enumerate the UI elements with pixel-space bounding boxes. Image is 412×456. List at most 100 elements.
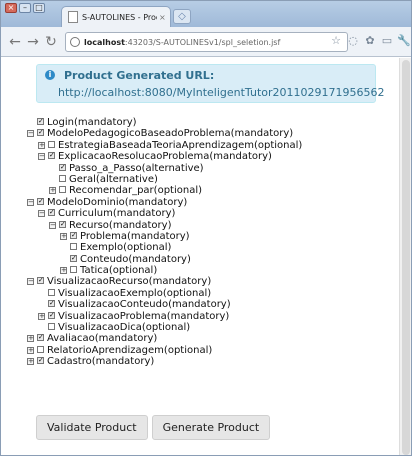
extension-2-icon[interactable]: ✿ bbox=[363, 34, 377, 48]
tree-checkbox[interactable] bbox=[70, 243, 77, 251]
tree-checkbox[interactable] bbox=[48, 140, 55, 148]
tree-row: − ✓ ExplicacaoResolucaoProblema(mandatory) bbox=[34, 151, 394, 162]
tree-checkbox[interactable]: ✓ bbox=[48, 311, 55, 319]
tree-checkbox[interactable]: ✓ bbox=[37, 357, 44, 365]
tree-row: + ✓ Avaliacao(mandatory) bbox=[27, 333, 394, 345]
tree-row: − ✓ VisualizacaoRecurso(mandatory) bbox=[27, 276, 394, 287]
tree-row: − ✓ Recurso(mandatory) bbox=[34, 220, 394, 231]
tree-checkbox[interactable] bbox=[48, 288, 55, 296]
collapse-icon[interactable]: − bbox=[38, 210, 45, 218]
tree-checkbox[interactable]: ✓ bbox=[48, 209, 55, 217]
tree-checkbox[interactable]: ✓ bbox=[37, 334, 44, 342]
expand-icon[interactable]: + bbox=[60, 267, 67, 275]
title-bar: × – □ S-AUTOLINES - Product ... × ◇ bbox=[1, 1, 411, 27]
tree-checkbox[interactable]: ✓ bbox=[48, 300, 55, 308]
expand-icon[interactable]: + bbox=[38, 141, 45, 149]
tree-row: + ✓ VisualizacaoProblema(mandatory) bbox=[34, 311, 394, 322]
tree-label: ModeloPedagogicoBaseadoProblema(mandator… bbox=[47, 128, 294, 140]
url-path: :43203/S-AUTOLINESv1/spl_seletion.jsf bbox=[124, 37, 281, 47]
tree-row: + Tatica(optional) bbox=[34, 265, 394, 276]
tree-checkbox[interactable] bbox=[48, 323, 55, 331]
tree-checkbox[interactable] bbox=[59, 174, 66, 182]
expand-icon[interactable]: + bbox=[27, 346, 34, 354]
tree-label: VisualizacaoExemplo(optional) bbox=[58, 287, 212, 299]
collapse-icon[interactable]: − bbox=[38, 153, 45, 161]
site-info-icon[interactable] bbox=[70, 37, 80, 47]
reload-icon[interactable]: ↻ bbox=[43, 33, 59, 51]
info-alert: i Product Generated URL: http://localhos… bbox=[36, 64, 385, 103]
browser-tab[interactable]: S-AUTOLINES - Product ... × bbox=[61, 6, 171, 27]
tree-row: + RelatorioAprendizagem(optional) bbox=[27, 345, 394, 356]
browser-window: × – □ S-AUTOLINES - Product ... × ◇ ← → … bbox=[0, 0, 412, 456]
tree-label: Tatica(optional) bbox=[80, 265, 158, 277]
back-icon[interactable]: ← bbox=[7, 33, 23, 51]
tree-checkbox[interactable]: ✓ bbox=[70, 254, 77, 262]
tree-checkbox[interactable]: ✓ bbox=[37, 197, 44, 205]
tree-label: VisualizacaoConteudo(mandatory) bbox=[58, 299, 231, 311]
expand-icon[interactable]: + bbox=[27, 358, 34, 366]
tree-row: − ✓ Curriculum(mandatory) bbox=[34, 208, 394, 219]
tree-row: − ✓ ModeloDominio(mandatory) bbox=[27, 196, 394, 208]
tree-label: ExplicacaoResolucaoProblema(mandatory) bbox=[58, 151, 272, 163]
tree-row: − ✓ ModeloPedagogicoBaseadoProblema(mandat… bbox=[27, 128, 394, 140]
tree-row: ✓ Passo_a_Passo(alternative) bbox=[34, 163, 394, 174]
page-menu-icon[interactable]: ▭ bbox=[380, 34, 394, 48]
tree-label: Exemplo(optional) bbox=[80, 242, 172, 254]
tree-row: + ✓ Problema(mandatory) bbox=[34, 231, 394, 242]
tree-checkbox[interactable]: ✓ bbox=[70, 231, 77, 239]
close-window-icon[interactable]: × bbox=[5, 3, 17, 13]
tree-checkbox[interactable]: ✓ bbox=[37, 277, 44, 285]
tree-label: Recurso(mandatory) bbox=[69, 219, 172, 231]
tree-checkbox[interactable] bbox=[59, 186, 66, 194]
tab-close-icon[interactable]: × bbox=[159, 13, 166, 22]
extension-icon[interactable]: ◌ bbox=[346, 34, 360, 48]
generated-url: http://localhost:8080/MyInteligentTutor2… bbox=[58, 86, 385, 99]
tree-checkbox[interactable] bbox=[37, 345, 44, 353]
forward-icon[interactable]: → bbox=[25, 33, 41, 51]
vertical-scrollbar[interactable] bbox=[399, 58, 411, 455]
expand-icon[interactable]: + bbox=[27, 335, 34, 343]
tree-checkbox[interactable] bbox=[70, 266, 77, 274]
expand-icon[interactable]: + bbox=[38, 312, 45, 320]
address-bar[interactable]: localhost :43203/S-AUTOLINESv1/spl_selet… bbox=[65, 32, 348, 52]
info-icon: i bbox=[45, 70, 55, 80]
tree-label: Geral(alternative) bbox=[69, 173, 158, 185]
scrollbar-thumb[interactable] bbox=[402, 60, 410, 455]
maximize-window-icon[interactable]: □ bbox=[33, 3, 45, 13]
collapse-icon[interactable]: − bbox=[27, 278, 34, 286]
tree-checkbox[interactable]: ✓ bbox=[37, 129, 44, 137]
tree-checkbox[interactable]: ✓ bbox=[59, 220, 66, 228]
tree-label: Passo_a_Passo(alternative) bbox=[69, 162, 204, 174]
url-host: localhost bbox=[84, 37, 125, 47]
new-tab-button[interactable]: ◇ bbox=[173, 9, 191, 24]
collapse-icon[interactable]: − bbox=[27, 130, 34, 138]
tree-row: Exemplo(optional) bbox=[34, 242, 394, 253]
validate-product-button[interactable]: Validate Product bbox=[36, 415, 148, 440]
tree-label: Problema(mandatory) bbox=[80, 230, 190, 242]
tree-label: Cadastro(mandatory) bbox=[47, 356, 155, 368]
bookmark-star-icon[interactable]: ☆ bbox=[329, 34, 343, 48]
tree-label: Recomendar_par(optional) bbox=[69, 185, 203, 197]
collapse-icon[interactable]: − bbox=[49, 221, 56, 229]
window-controls: × – □ bbox=[5, 3, 45, 13]
tree-label: Conteudo(mandatory) bbox=[80, 253, 191, 265]
tree-checkbox[interactable]: ✓ bbox=[59, 163, 66, 171]
toolbar-icons: ☆ ◌ ✿ ▭ 🔧 bbox=[329, 34, 411, 48]
tree-row: Geral(alternative) bbox=[34, 174, 394, 185]
tree-label: Curriculum(mandatory) bbox=[58, 208, 176, 220]
wrench-icon[interactable]: 🔧 bbox=[397, 34, 411, 48]
collapse-icon[interactable]: − bbox=[27, 198, 34, 206]
tree-row: VisualizacaoExemplo(optional) bbox=[34, 288, 394, 299]
tree-checkbox[interactable]: ✓ bbox=[37, 118, 44, 125]
browser-toolbar: ← → ↻ localhost :43203/S-AUTOLINESv1/spl… bbox=[1, 27, 411, 57]
tree-checkbox[interactable]: ✓ bbox=[48, 152, 55, 160]
tree-label: Login(mandatory) bbox=[47, 117, 137, 128]
page-content: i Product Generated URL: http://localhos… bbox=[1, 58, 399, 455]
expand-icon[interactable]: + bbox=[49, 187, 56, 195]
minimize-window-icon[interactable]: – bbox=[19, 3, 31, 13]
action-buttons: Validate Product Generate Product bbox=[36, 415, 271, 440]
expand-icon[interactable]: + bbox=[60, 232, 67, 240]
tree-label: Avaliacao(mandatory) bbox=[47, 333, 158, 345]
tree-label: ModeloDominio(mandatory) bbox=[47, 196, 188, 208]
generate-product-button[interactable]: Generate Product bbox=[151, 415, 271, 440]
